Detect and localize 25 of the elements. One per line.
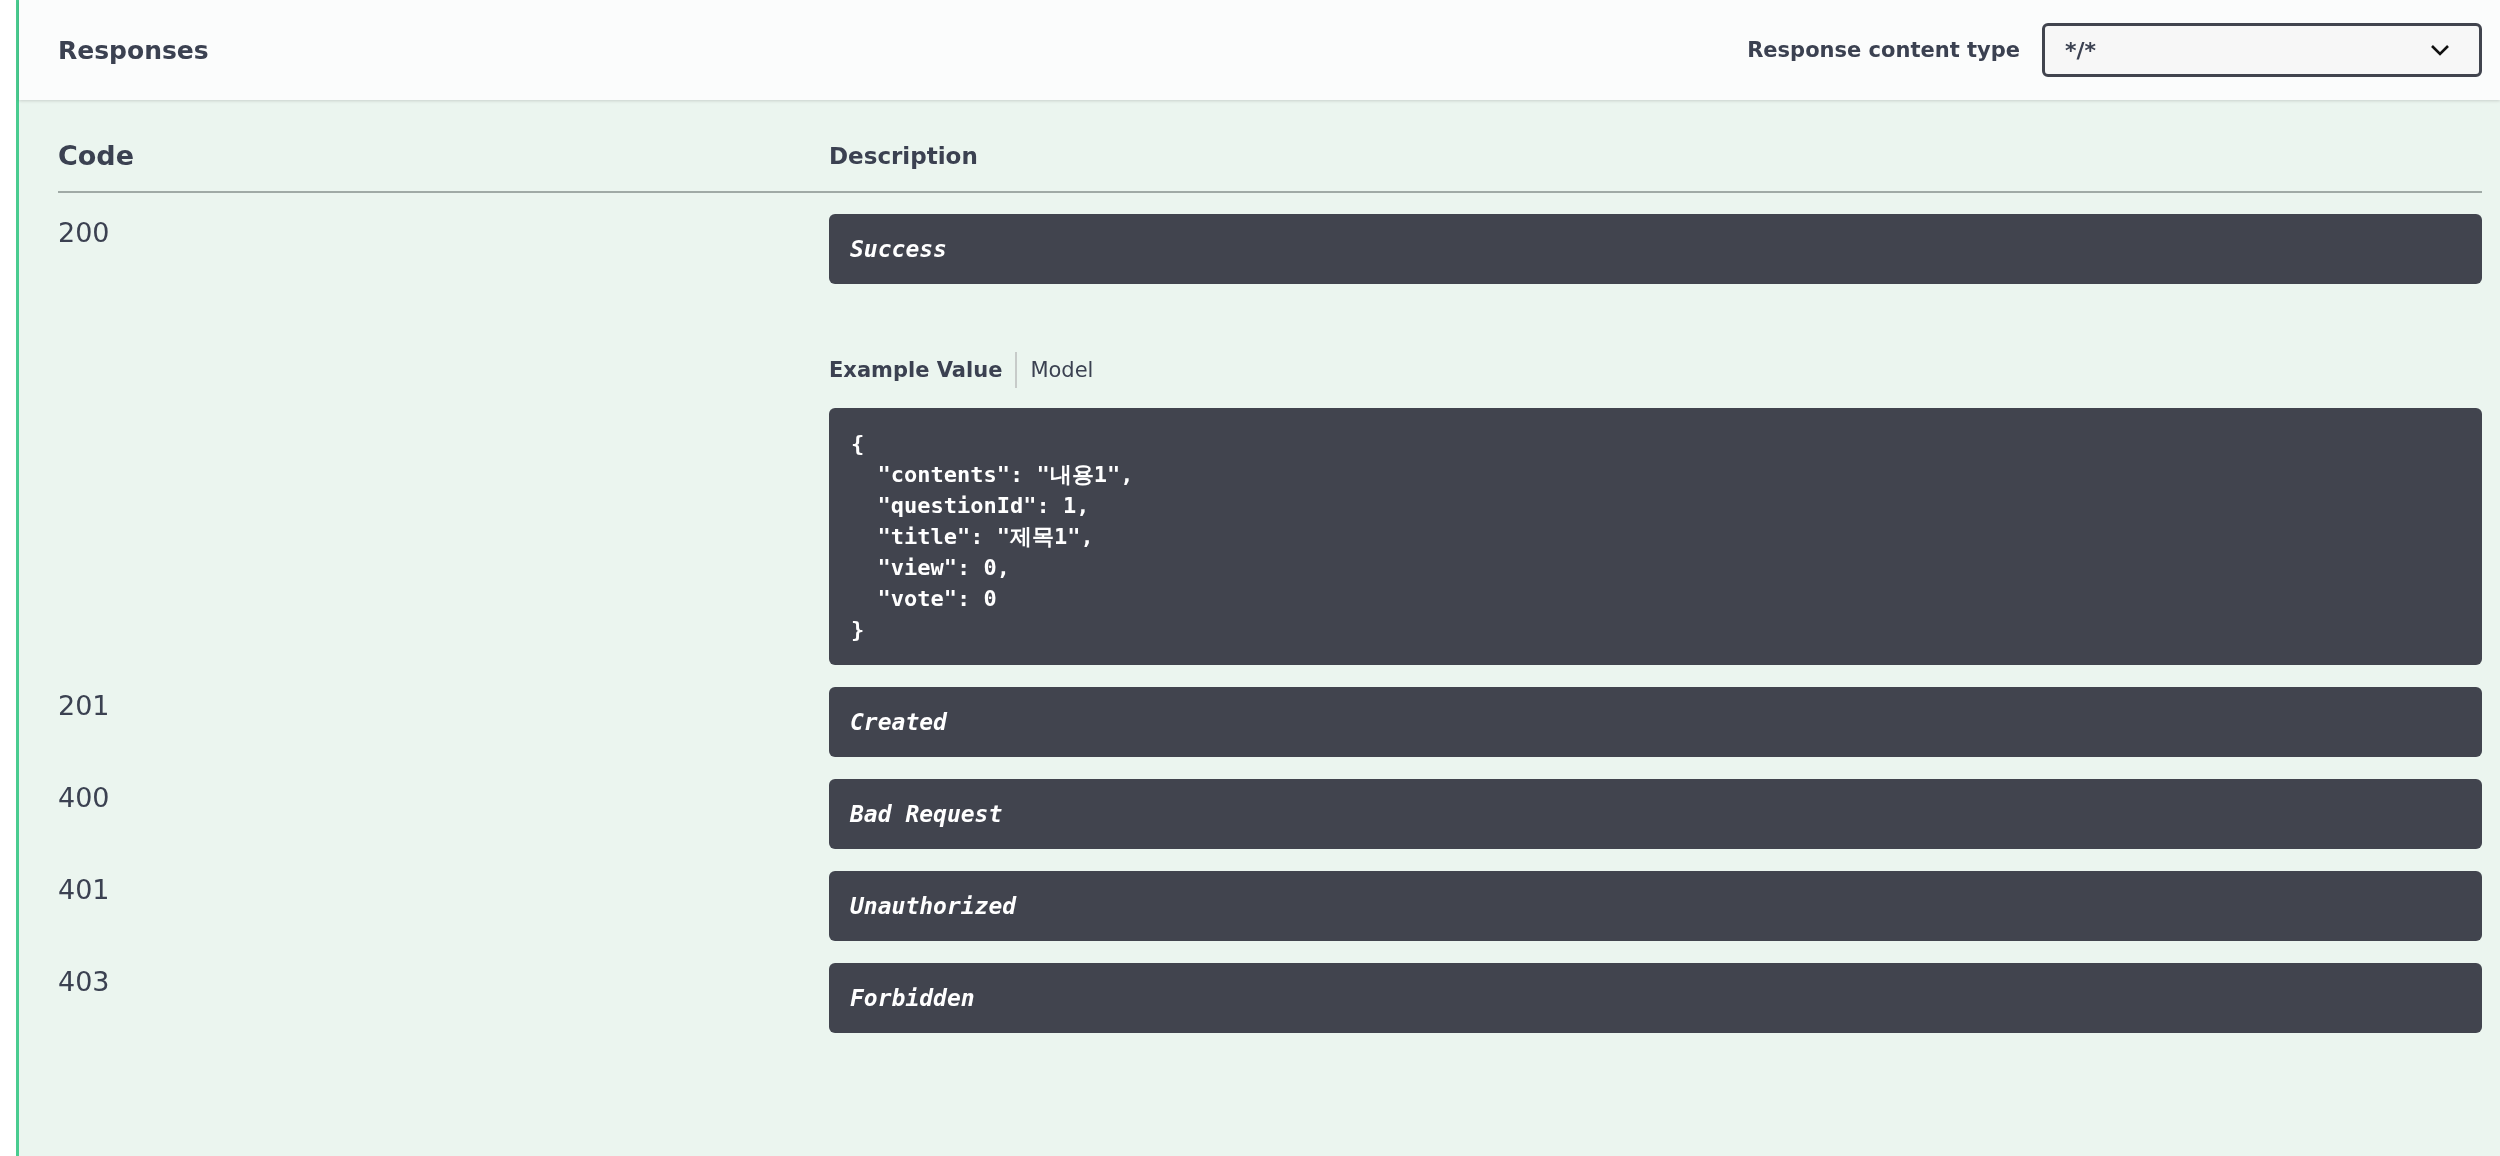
example-tab[interactable]: Model	[1030, 358, 1094, 382]
description-box: Created	[829, 687, 2482, 757]
column-header: Code	[58, 140, 135, 171]
description-box: Success	[829, 214, 2482, 284]
example-tab[interactable]: Example Value	[829, 358, 1003, 382]
code-line: "view": 0,	[876, 554, 1011, 582]
response-code: 403	[58, 965, 111, 999]
response-code: 200	[58, 216, 111, 250]
response-code: 201	[58, 689, 111, 723]
column-header: Description	[829, 142, 978, 169]
code-line: "questionId": 1,	[876, 492, 1091, 520]
code-line: "contents": "내용1",	[876, 461, 1135, 489]
description-box: Bad Request	[829, 779, 2482, 849]
content-type-select[interactable]: */*	[2042, 23, 2482, 77]
code-line: "title": "제목1",	[876, 523, 1095, 551]
description-box: Unauthorized	[829, 871, 2482, 941]
section-title: Responses	[58, 35, 209, 65]
response-code: 400	[58, 781, 111, 815]
chevron-down-icon	[2429, 43, 2451, 57]
content-type-label: Response content type	[1747, 38, 2020, 62]
code-line: {	[851, 430, 866, 458]
description-box: Forbidden	[829, 963, 2482, 1033]
code-line: "vote": 0	[876, 585, 998, 613]
response-code: 401	[58, 873, 111, 907]
code-line: }	[851, 616, 866, 644]
